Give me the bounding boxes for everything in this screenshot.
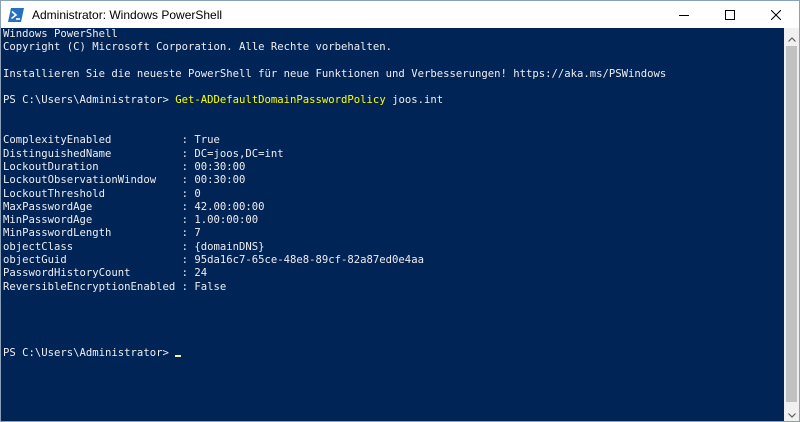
- final-prompt-line[interactable]: PS C:\Users\Administrator>: [3, 347, 784, 360]
- close-icon: [770, 5, 782, 24]
- output-line: LockoutDuration : 00:30:00: [3, 160, 246, 173]
- scroll-down-button[interactable]: [784, 404, 799, 421]
- output-line: objectGuid : 95da16c7-65ce-48e8-89cf-82a…: [3, 254, 424, 267]
- output-line: ReversibleEncryptionEnabled : False: [3, 280, 227, 293]
- maximize-icon: [725, 5, 735, 24]
- output-line: MinPasswordAge : 1.00:00:00: [3, 214, 259, 227]
- text-cursor: [174, 355, 181, 358]
- powershell-window: Administrator: Windows PowerShell Window…: [0, 0, 800, 422]
- output-line: LockoutObservationWindow : 00:30:00: [3, 174, 246, 187]
- console-line: Windows PowerShell: [3, 28, 118, 40]
- minimize-icon: [679, 5, 689, 24]
- close-button[interactable]: [753, 1, 799, 28]
- scrollbar-thumb[interactable]: [786, 46, 797, 402]
- minimize-button[interactable]: [661, 1, 707, 28]
- output-line: ComplexityEnabled : True: [3, 134, 220, 147]
- console-text: Windows PowerShell Copyright (C) Microsof…: [1, 28, 784, 360]
- window-title: Administrator: Windows PowerShell: [32, 7, 223, 22]
- output-line: MaxPasswordAge : 42.00:00:00: [3, 200, 265, 213]
- chevron-up-icon: [787, 27, 796, 46]
- powershell-icon: [8, 7, 24, 23]
- console-line: Installieren Sie die neueste PowerShell …: [3, 67, 667, 80]
- title-bar[interactable]: Administrator: Windows PowerShell: [1, 1, 799, 28]
- window-controls: [661, 1, 799, 28]
- command-cmdlet: Get-ADDefaultDomainPasswordPolicy: [175, 94, 386, 107]
- final-prompt: PS C:\Users\Administrator>: [3, 347, 169, 360]
- scroll-up-button[interactable]: [784, 28, 799, 45]
- maximize-button[interactable]: [707, 1, 753, 28]
- output-line: objectClass : {domainDNS}: [3, 240, 265, 253]
- output-line: LockoutThreshold : 0: [3, 187, 201, 200]
- chevron-down-icon: [787, 403, 796, 421]
- command-argument: joos.int: [385, 94, 444, 107]
- command-prompt: PS C:\Users\Administrator>: [3, 94, 176, 107]
- output-line: DistinguishedName : DC=joos,DC=int: [3, 147, 284, 160]
- output-line: PasswordHistoryCount : 24: [3, 267, 208, 280]
- console-line: Copyright (C) Microsoft Corporation. All…: [3, 41, 393, 54]
- command-line: PS C:\Users\Administrator> Get-ADDefault…: [3, 94, 784, 107]
- output-line: MinPasswordLength : 7: [3, 227, 201, 240]
- vertical-scrollbar[interactable]: [784, 28, 799, 421]
- console-output[interactable]: Windows PowerShell Copyright (C) Microsof…: [1, 28, 784, 421]
